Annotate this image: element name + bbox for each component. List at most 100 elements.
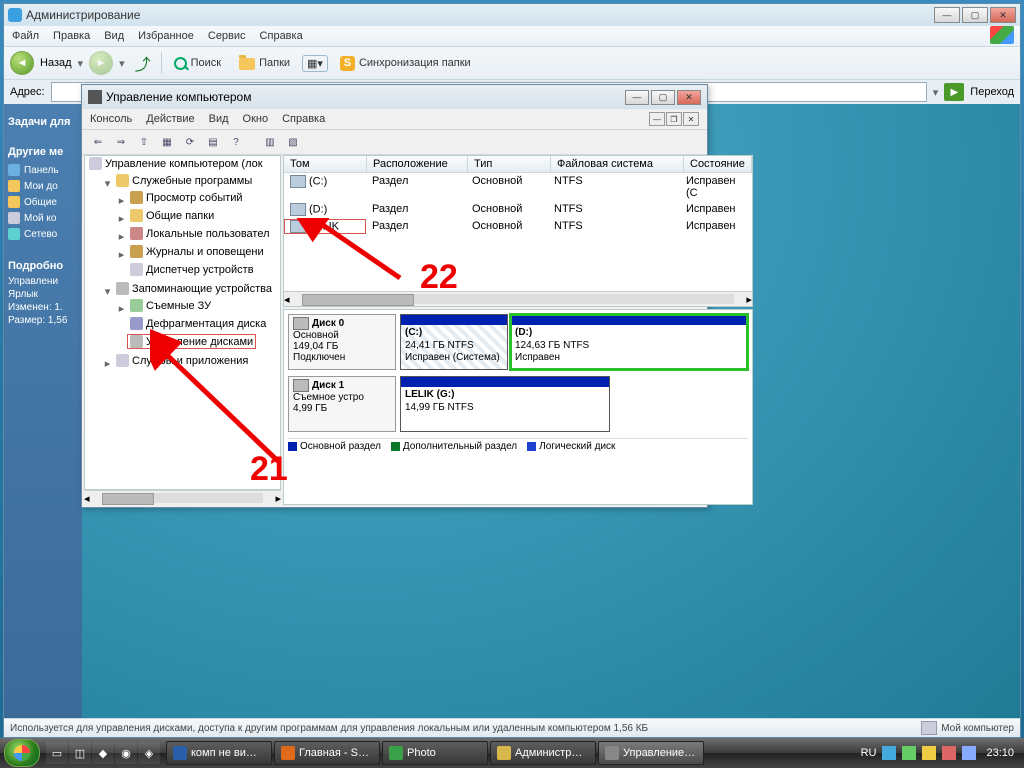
task-item[interactable]: Администр… (490, 741, 596, 765)
tray-icon[interactable] (942, 746, 956, 760)
tool-up[interactable]: ⇧ (134, 133, 154, 151)
mdi-restore[interactable]: ❐ (666, 112, 682, 126)
ql-switch[interactable]: ◫ (69, 742, 91, 764)
search-button[interactable]: Поиск (168, 55, 227, 72)
tree-storage[interactable]: Запоминающие устройства (132, 283, 272, 295)
expand-icon[interactable]: ▾ (101, 177, 114, 190)
clock[interactable]: 23:10 (986, 747, 1014, 759)
expand-icon[interactable]: ▸ (115, 212, 128, 225)
tree-item[interactable]: Журналы и оповещени (146, 246, 264, 258)
tree-item[interactable]: Общие папки (146, 210, 214, 222)
forward-button[interactable]: ► (89, 51, 113, 75)
partition-g[interactable]: LELIK (G:)14,99 ГБ NTFS (400, 376, 610, 432)
volume-row[interactable]: (C:) РазделОсновнойNTFSИсправен (С (284, 173, 752, 201)
menu-fav[interactable]: Избранное (138, 30, 194, 42)
tree-item[interactable]: Просмотр событий (146, 192, 243, 204)
sync-button[interactable]: SСинхронизация папки (334, 54, 477, 73)
task-item[interactable]: Управление… (598, 741, 704, 765)
outer-toolbar: ◄ Назад ▾ ► ▾ ⤴ Поиск Папки ▦▾ SСинхрони… (4, 47, 1020, 80)
col-type[interactable]: Тип (468, 156, 551, 172)
menu-edit[interactable]: Правка (53, 30, 90, 42)
expand-icon[interactable]: ▸ (115, 230, 128, 243)
mdi-min[interactable]: — (649, 112, 665, 126)
menu-tools[interactable]: Сервис (208, 30, 246, 42)
go-button[interactable]: ▶ (944, 83, 964, 101)
tree-item[interactable]: Локальные пользовател (146, 228, 270, 240)
close-button[interactable]: ✕ (677, 90, 701, 105)
tree-system-tools[interactable]: Служебные программы (132, 175, 252, 187)
ql-app[interactable]: ◈ (138, 742, 160, 764)
menu-view[interactable]: Вид (104, 30, 124, 42)
partition-c[interactable]: (C:)24,41 ГБ NTFSИсправен (Система) (400, 314, 508, 370)
back-button[interactable]: ◄ (10, 51, 34, 75)
close-button[interactable]: ✕ (990, 7, 1016, 23)
tree-root[interactable]: Управление компьютером (лок (105, 158, 263, 170)
sidebar-item[interactable]: Панель (8, 162, 78, 178)
col-status[interactable]: Состояние (684, 156, 752, 172)
tree-item[interactable]: Съемные ЗУ (146, 300, 211, 312)
menu-help[interactable]: Справка (282, 113, 325, 125)
minimize-button[interactable]: — (934, 7, 960, 23)
tray-icon[interactable] (922, 746, 936, 760)
col-volume[interactable]: Том (284, 156, 367, 172)
menu-window[interactable]: Окно (243, 113, 269, 125)
tree-services[interactable]: Службы и приложения (132, 355, 248, 367)
task-item[interactable]: комп не ви… (166, 741, 272, 765)
tool-extra1[interactable]: ▥ (260, 133, 280, 151)
sidebar-item[interactable]: Сетево (8, 226, 78, 242)
volume-row[interactable]: (D:) РазделОсновнойNTFSИсправен (284, 201, 752, 218)
tray-icon[interactable] (962, 746, 976, 760)
ql-app[interactable]: ◉ (115, 742, 137, 764)
task-item[interactable]: Главная - S… (274, 741, 380, 765)
up-icon[interactable]: ⤴ (135, 51, 151, 75)
menu-help[interactable]: Справка (260, 30, 303, 42)
expand-icon[interactable]: ▸ (115, 302, 128, 315)
maximize-button[interactable]: ▢ (962, 7, 988, 23)
tool-props[interactable]: ▦ (157, 133, 177, 151)
tree-view[interactable]: Управление компьютером (лок ▾ Служебные п… (84, 155, 281, 490)
tool-refresh[interactable]: ⟳ (180, 133, 200, 151)
tool-export[interactable]: ▤ (203, 133, 223, 151)
expand-icon[interactable]: ▸ (115, 194, 128, 207)
expand-icon[interactable]: ▾ (101, 285, 114, 298)
language-indicator[interactable]: RU (861, 747, 877, 759)
tool-help[interactable]: ? (226, 133, 246, 151)
tree-disk-management[interactable]: Управление дисками (146, 336, 253, 348)
tool-extra2[interactable]: ▧ (283, 133, 303, 151)
start-button[interactable] (4, 739, 40, 767)
expand-icon[interactable]: ▸ (101, 357, 114, 370)
sidebar-item[interactable]: Мой ко (8, 210, 78, 226)
menu-view[interactable]: Вид (209, 113, 229, 125)
maximize-button[interactable]: ▢ (651, 90, 675, 105)
mdi-close[interactable]: ✕ (683, 112, 699, 126)
details-changed: Изменен: 1. (8, 302, 78, 313)
sidebar-item[interactable]: Мои до (8, 178, 78, 194)
volume-list[interactable]: Том Расположение Тип Файловая система Со… (283, 155, 753, 307)
tray-icon[interactable] (902, 746, 916, 760)
sidebar-item[interactable]: Общие (8, 194, 78, 210)
volumes-hscroll[interactable]: ◂▸ (284, 291, 752, 306)
ql-app[interactable]: ◆ (92, 742, 114, 764)
tool-back[interactable]: ⇐ (88, 133, 108, 151)
menu-console[interactable]: Консоль (90, 113, 132, 125)
menu-action[interactable]: Действие (146, 113, 194, 125)
tree-item[interactable]: Дефрагментация диска (146, 318, 266, 330)
ql-desktop[interactable]: ▭ (46, 742, 68, 764)
col-fs[interactable]: Файловая система (551, 156, 684, 172)
minimize-button[interactable]: — (625, 90, 649, 105)
tree-hscroll[interactable]: ◂▸ (84, 490, 281, 505)
tray-icon[interactable] (882, 746, 896, 760)
expand-icon[interactable]: ▸ (115, 248, 128, 261)
folders-button[interactable]: Папки (233, 55, 296, 71)
tool-fwd[interactable]: ⇒ (111, 133, 131, 151)
menu-file[interactable]: Файл (12, 30, 39, 42)
volume-row[interactable]: LELIK РазделОсновнойNTFSИсправен (284, 218, 752, 235)
partition-d[interactable]: (D:)124,63 ГБ NTFSИсправен (510, 314, 748, 370)
disk0-label[interactable]: Диск 0 Основной 149,04 ГБ Подключен (288, 314, 396, 370)
disk1-label[interactable]: Диск 1 Съемное устро 4,99 ГБ (288, 376, 396, 432)
task-item[interactable]: Photo (382, 741, 488, 765)
col-layout[interactable]: Расположение (367, 156, 468, 172)
computer-icon (921, 721, 937, 735)
views-button[interactable]: ▦▾ (302, 55, 328, 72)
tree-item[interactable]: Диспетчер устройств (146, 264, 254, 276)
